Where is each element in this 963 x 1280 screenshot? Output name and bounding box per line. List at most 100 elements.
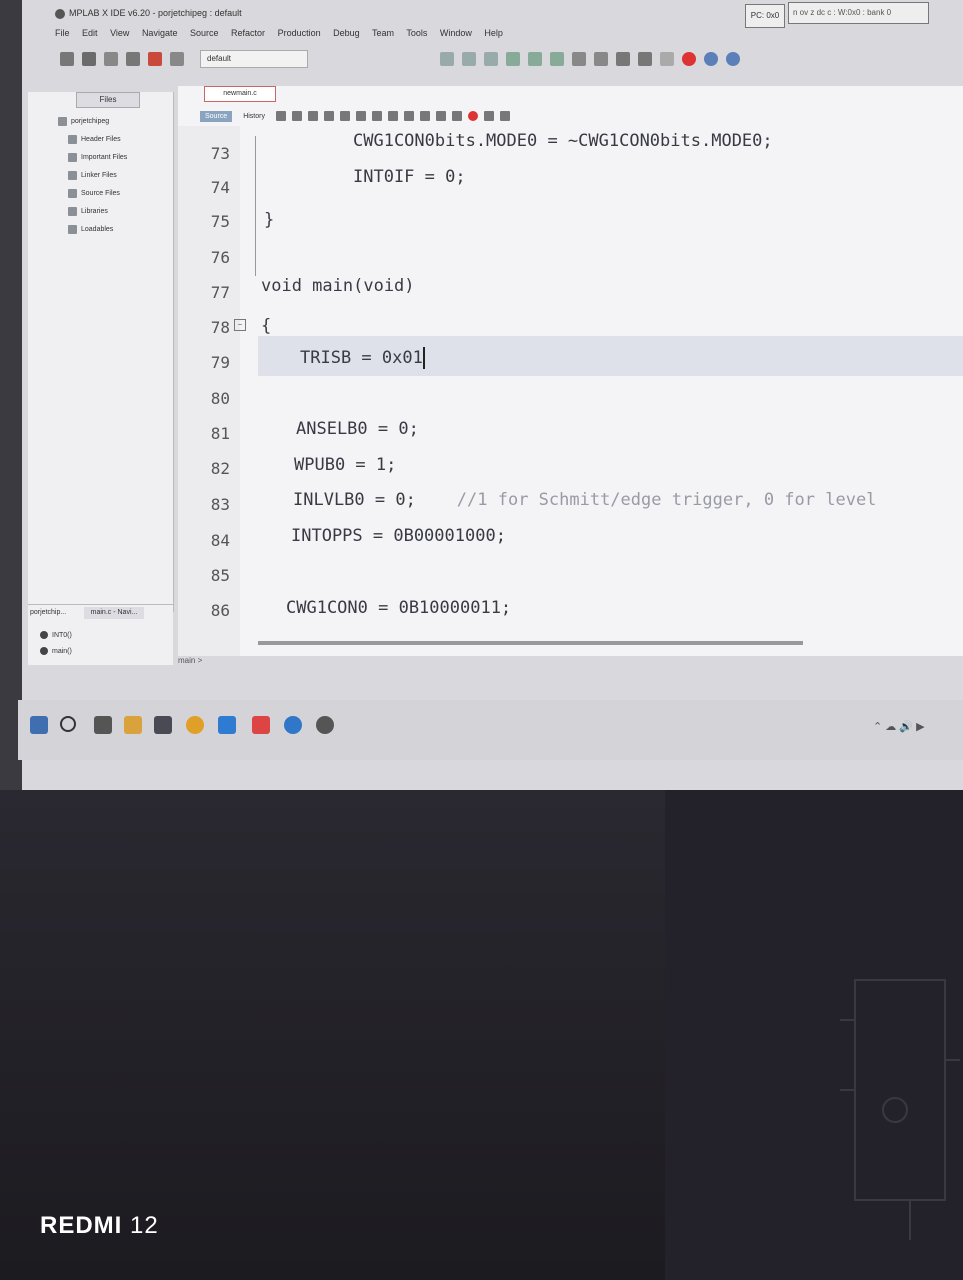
tree-item-linker-files[interactable]: Linker Files <box>58 166 127 184</box>
run-icon[interactable] <box>506 52 520 66</box>
mcc-icon[interactable] <box>726 52 740 66</box>
line-number: 74 <box>210 178 230 197</box>
menu-navigate[interactable]: Navigate <box>142 28 178 38</box>
code-line[interactable]: } <box>264 210 274 230</box>
project-root[interactable]: porjetchipeg <box>58 112 127 130</box>
store-icon[interactable] <box>218 716 236 734</box>
folder-icon <box>68 134 77 144</box>
tree-item-libraries[interactable]: Libraries <box>58 202 127 220</box>
code-line[interactable]: WPUB0 = 1; <box>294 455 396 475</box>
hold-reset-icon[interactable] <box>594 52 608 66</box>
line-number: 80 <box>210 389 230 408</box>
find-next-icon[interactable] <box>355 111 366 121</box>
find-icon[interactable] <box>323 111 334 121</box>
make-program-icon[interactable] <box>484 52 498 66</box>
build-icon[interactable] <box>440 52 454 66</box>
device-icon[interactable] <box>704 52 718 66</box>
code-line[interactable]: INT0IF = 0; <box>353 167 466 187</box>
macro-icon[interactable] <box>483 111 494 121</box>
tree-item-header-files[interactable]: Header Files <box>58 130 127 148</box>
history-tab[interactable]: History <box>238 111 270 122</box>
menu-file[interactable]: File <box>55 28 70 38</box>
code-line[interactable]: { <box>261 316 271 336</box>
breadcrumb[interactable]: main > <box>178 656 202 665</box>
text-cursor <box>422 347 425 369</box>
breakpoint-icon[interactable] <box>467 111 478 121</box>
menu-tools[interactable]: Tools <box>406 28 427 38</box>
folder-icon <box>68 224 77 234</box>
diff-icon[interactable] <box>499 111 510 121</box>
windows-start-icon[interactable] <box>30 716 48 734</box>
toggle-selection-icon[interactable] <box>387 111 398 121</box>
shift-right-icon[interactable] <box>419 111 430 121</box>
window-title-text: MPLAB X IDE v6.20 - porjetchipeg : defau… <box>69 8 242 18</box>
tree-item-label: Linker Files <box>81 171 117 179</box>
line-number: 76 <box>210 248 230 267</box>
shift-left-icon[interactable] <box>403 111 414 121</box>
code-line-current[interactable]: TRISB = 0x01 <box>300 347 425 369</box>
code-line[interactable]: CWG1CON0bits.MODE0 = ~CWG1CON0bits.MODE0… <box>353 131 773 151</box>
code-line[interactable]: INTOPPS = 0B00001000; <box>291 526 506 546</box>
navigator-tab-project[interactable]: porjetchip... <box>30 607 78 619</box>
save-icon[interactable] <box>126 52 140 66</box>
toggle-highlight-icon[interactable] <box>371 111 382 121</box>
code-line[interactable]: CWG1CON0 = 0B10000011; <box>286 598 511 618</box>
tree-item-source-files[interactable]: Source Files <box>58 184 127 202</box>
pdf-icon[interactable] <box>252 716 270 734</box>
back-icon[interactable] <box>291 111 302 121</box>
debug-icon[interactable] <box>572 52 586 66</box>
search-icon[interactable] <box>60 716 76 732</box>
new-file-icon[interactable] <box>60 52 74 66</box>
project-icon <box>58 116 67 126</box>
forward-icon[interactable] <box>307 111 318 121</box>
menu-window[interactable]: Window <box>440 28 472 38</box>
configuration-select[interactable]: default <box>200 50 308 68</box>
navigator-item-int0[interactable]: INT0() <box>40 627 72 643</box>
fold-toggle-icon[interactable]: − <box>234 319 246 331</box>
stop-icon[interactable] <box>682 52 696 66</box>
comment-icon[interactable] <box>435 111 446 121</box>
navigator-item-main[interactable]: main() <box>40 643 72 659</box>
edge-icon[interactable] <box>284 716 302 734</box>
tree-item-loadables[interactable]: Loadables <box>58 220 127 238</box>
menu-debug[interactable]: Debug <box>333 28 360 38</box>
editor-file-tab[interactable]: newmain.c <box>204 86 276 102</box>
tree-item-important-files[interactable]: Important Files <box>58 148 127 166</box>
source-tab[interactable]: Source <box>200 110 233 122</box>
chrome-icon[interactable] <box>186 716 204 734</box>
menu-refactor[interactable]: Refactor <box>231 28 265 38</box>
file-explorer-icon[interactable] <box>124 716 142 734</box>
line-number: 83 <box>210 495 230 514</box>
code-line[interactable]: INLVLB0 = 0; //1 for Schmitt/edge trigge… <box>293 490 876 510</box>
menu-production[interactable]: Production <box>278 28 321 38</box>
uncomment-icon[interactable] <box>451 111 462 121</box>
navigator-tab-main[interactable]: main.c - Navi... <box>84 607 144 619</box>
files-tab[interactable]: Files <box>76 92 140 108</box>
system-tray[interactable]: ⌃ ☁ 🔊 ▶ <box>873 720 925 733</box>
line-number: 82 <box>210 459 230 478</box>
program-device-icon[interactable] <box>528 52 542 66</box>
pause-icon[interactable] <box>660 52 674 66</box>
read-device-icon[interactable] <box>550 52 564 66</box>
last-edit-icon[interactable] <box>275 111 286 121</box>
new-project-icon[interactable] <box>82 52 96 66</box>
menu-source[interactable]: Source <box>190 28 219 38</box>
menu-team[interactable]: Team <box>372 28 394 38</box>
horizontal-scrollbar[interactable] <box>258 641 803 645</box>
open-project-icon[interactable] <box>104 52 118 66</box>
undo-icon[interactable] <box>148 52 162 66</box>
menu-help[interactable]: Help <box>484 28 503 38</box>
code-line[interactable]: void main(void) <box>261 276 415 296</box>
menu-edit[interactable]: Edit <box>82 28 98 38</box>
clean-build-icon[interactable] <box>462 52 476 66</box>
mplab-taskbar-icon[interactable] <box>316 716 334 734</box>
code-line[interactable]: ANSELB0 = 0; <box>296 419 419 439</box>
redo-icon[interactable] <box>170 52 184 66</box>
task-view-icon[interactable] <box>94 716 112 734</box>
menu-view[interactable]: View <box>110 28 129 38</box>
find-previous-icon[interactable] <box>339 111 350 121</box>
app-icon[interactable] <box>154 716 172 734</box>
line-number: 85 <box>210 566 230 585</box>
settings-icon[interactable] <box>616 52 630 66</box>
chip-icon[interactable] <box>638 52 652 66</box>
